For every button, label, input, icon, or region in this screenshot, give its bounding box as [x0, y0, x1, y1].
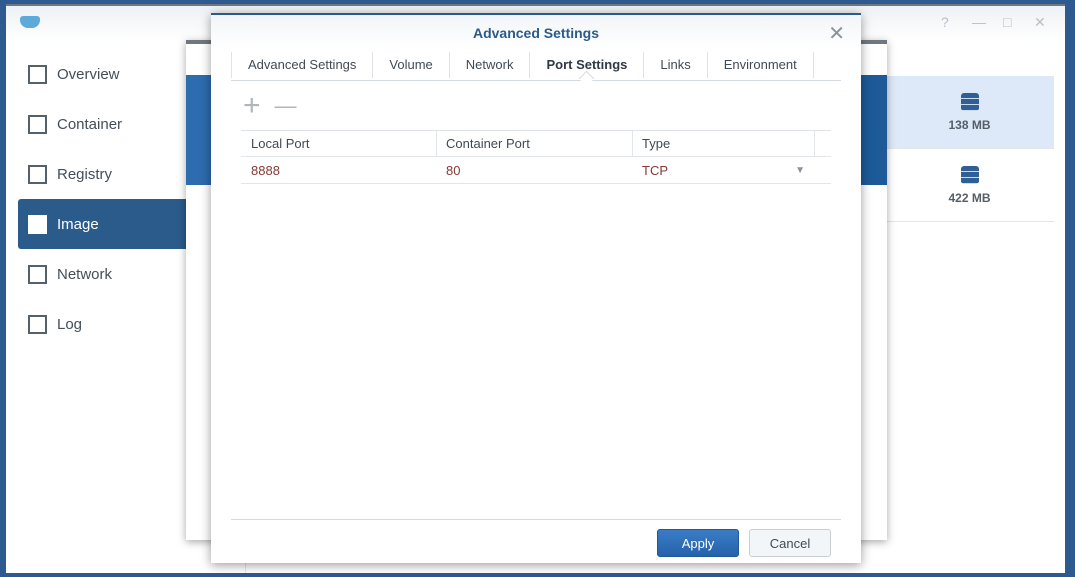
image-row[interactable]: 422 MB — [885, 149, 1054, 222]
image-row[interactable]: 138 MB — [885, 76, 1054, 149]
image-size: 422 MB — [948, 190, 991, 205]
overview-icon — [28, 64, 47, 84]
maximize-icon[interactable]: □ — [1003, 14, 1011, 30]
column-container-port: Container Port — [437, 131, 633, 156]
tab-advanced-settings[interactable]: Advanced Settings — [231, 52, 372, 78]
sidebar-item-label: Overview — [57, 65, 120, 83]
table-row[interactable]: 8888 80 TCP ▼ — [241, 157, 831, 184]
sidebar-item-label: Registry — [57, 165, 113, 183]
local-port-cell[interactable]: 8888 — [241, 157, 437, 183]
column-local-port: Local Port — [241, 131, 437, 156]
column-type: Type — [633, 131, 815, 156]
sidebar-item-label: Container — [57, 115, 123, 133]
type-value: TCP — [642, 162, 668, 178]
port-table: Local Port Container Port Type 8888 80 T… — [241, 130, 831, 184]
tab-port-settings[interactable]: Port Settings — [529, 52, 643, 78]
help-icon[interactable]: ? — [941, 14, 949, 30]
docker-logo-icon — [20, 16, 40, 28]
table-header: Local Port Container Port Type — [241, 130, 831, 157]
tab-network[interactable]: Network — [448, 52, 530, 78]
close-window-icon[interactable]: ✕ — [1034, 14, 1046, 31]
sidebar-item-label: Log — [57, 315, 83, 333]
image-icon — [28, 214, 47, 234]
sidebar-item-label: Network — [57, 265, 113, 283]
apply-button[interactable]: Apply — [657, 529, 739, 557]
remove-icon[interactable]: — — [275, 95, 297, 117]
cancel-button[interactable]: Cancel — [749, 529, 831, 557]
log-icon — [28, 314, 47, 334]
network-icon — [28, 264, 47, 284]
dialog-footer-divider — [231, 519, 841, 520]
close-icon[interactable]: ✕ — [828, 21, 845, 46]
database-icon — [960, 165, 979, 184]
chevron-down-icon[interactable]: ▼ — [795, 165, 805, 176]
image-size: 138 MB — [948, 117, 991, 132]
tab-volume[interactable]: Volume — [372, 52, 448, 78]
tab-bar: Advanced Settings Volume Network Port Se… — [231, 49, 841, 81]
advanced-settings-dialog: Advanced Settings ✕ Advanced Settings Vo… — [211, 13, 861, 563]
add-icon[interactable]: + — [243, 91, 261, 121]
tab-links[interactable]: Links — [643, 52, 706, 78]
toolbar: + — — [243, 91, 297, 121]
container-port-cell[interactable]: 80 — [437, 157, 633, 183]
registry-icon — [28, 164, 47, 184]
database-icon — [960, 92, 979, 111]
dialog-title: Advanced Settings — [211, 15, 861, 49]
container-icon — [28, 114, 47, 134]
minimize-icon[interactable]: — — [972, 14, 986, 30]
type-select[interactable]: TCP ▼ — [633, 157, 815, 183]
tab-environment[interactable]: Environment — [706, 52, 814, 78]
sidebar-item-label: Image — [57, 215, 99, 233]
